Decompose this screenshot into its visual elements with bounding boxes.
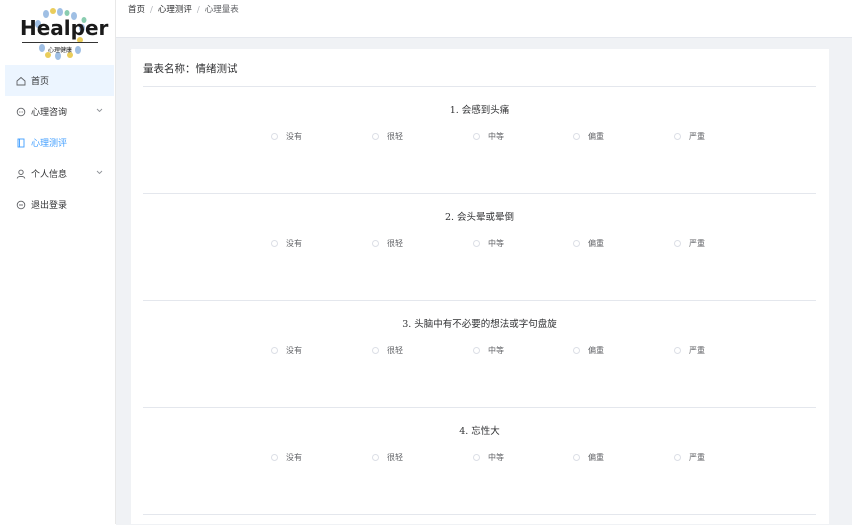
option-label: 没有 (286, 346, 302, 355)
option-label: 严重 (689, 346, 705, 355)
option-label: 偏重 (588, 132, 604, 141)
option-label: 中等 (488, 453, 504, 462)
divider (143, 86, 816, 87)
radio-circle[interactable] (271, 454, 278, 461)
breadcrumb-separator: / (150, 5, 153, 15)
user-icon (16, 169, 26, 179)
radio-option[interactable]: 很轻 (372, 345, 403, 356)
sidebar-item-label: 首页 (31, 77, 50, 87)
option-label: 中等 (488, 346, 504, 355)
radio-option[interactable]: 很轻 (372, 238, 403, 249)
book-icon (16, 138, 26, 148)
radio-circle[interactable] (271, 240, 278, 247)
sidebar-item-label: 心理测评 (31, 139, 68, 149)
radio-option[interactable]: 中等 (473, 131, 504, 142)
radio-option[interactable]: 偏重 (573, 131, 604, 142)
radio-option[interactable]: 严重 (674, 345, 705, 356)
radio-circle[interactable] (473, 454, 480, 461)
sidebar-item-logout[interactable]: 退出登录 (5, 189, 114, 220)
chevron-down-icon (96, 107, 103, 114)
radio-circle[interactable] (674, 133, 681, 140)
breadcrumb: 首页 / 心理测评 / 心理量表 (128, 3, 239, 15)
sidebar-item-label: 个人信息 (31, 170, 68, 180)
logout-icon (16, 200, 26, 210)
radio-circle[interactable] (573, 133, 580, 140)
radio-circle[interactable] (573, 454, 580, 461)
option-label: 没有 (286, 132, 302, 141)
radio-circle[interactable] (372, 240, 379, 247)
radio-option[interactable]: 中等 (473, 345, 504, 356)
logo-underline (22, 42, 98, 43)
sidebar-item-profile[interactable]: 个人信息 (5, 158, 114, 189)
option-label: 严重 (689, 239, 705, 248)
radio-circle[interactable] (573, 347, 580, 354)
radio-option[interactable]: 没有 (271, 345, 302, 356)
chevron-down-icon (96, 169, 103, 176)
option-label: 严重 (689, 132, 705, 141)
radio-circle[interactable] (473, 133, 480, 140)
scale-title: 量表名称：情绪测试 (143, 63, 238, 75)
radio-option[interactable]: 偏重 (573, 452, 604, 463)
radio-option[interactable]: 没有 (271, 238, 302, 249)
divider (143, 300, 816, 301)
option-label: 很轻 (387, 346, 403, 355)
option-label: 偏重 (588, 239, 604, 248)
sidebar-menu: 首页 心理咨询 心理测评 个人信息 退出登录 (5, 65, 114, 220)
radio-option[interactable]: 偏重 (573, 345, 604, 356)
radio-option[interactable]: 没有 (271, 452, 302, 463)
radio-circle[interactable] (674, 347, 681, 354)
question-title: 1. 会感到头痛 (449, 105, 510, 116)
sidebar-item-label: 退出登录 (31, 201, 68, 211)
home-icon (16, 76, 26, 86)
breadcrumb-separator: / (196, 5, 200, 15)
option-label: 中等 (488, 132, 504, 141)
radio-circle[interactable] (372, 454, 379, 461)
option-label: 没有 (286, 453, 302, 462)
question-title: 3. 头脑中有不必要的想法或字句盘旋 (402, 319, 557, 330)
sidebar-item-home[interactable]: 首页 (5, 65, 114, 96)
radio-option[interactable]: 中等 (473, 452, 504, 463)
radio-option[interactable]: 严重 (674, 131, 705, 142)
radio-option[interactable]: 严重 (674, 452, 705, 463)
radio-circle[interactable] (573, 240, 580, 247)
breadcrumb-current: 心理量表 (204, 5, 239, 15)
sidebar-item-consult[interactable]: 心理咨询 (5, 96, 114, 127)
divider (143, 407, 816, 408)
radio-option[interactable]: 中等 (473, 238, 504, 249)
radio-circle[interactable] (372, 133, 379, 140)
radio-option[interactable]: 偏重 (573, 238, 604, 249)
question-title: 2. 会头晕或晕倒 (444, 212, 515, 223)
option-label: 偏重 (588, 346, 604, 355)
radio-circle[interactable] (473, 240, 480, 247)
option-label: 偏重 (588, 453, 604, 462)
question-title: 4. 忘性大 (459, 426, 500, 437)
option-label: 很轻 (387, 132, 403, 141)
option-label: 很轻 (387, 453, 403, 462)
radio-option[interactable]: 很轻 (372, 131, 403, 142)
radio-option[interactable]: 没有 (271, 131, 302, 142)
radio-circle[interactable] (372, 347, 379, 354)
radio-circle[interactable] (473, 347, 480, 354)
option-label: 严重 (689, 453, 705, 462)
chat-icon (16, 107, 26, 117)
brand-tagline: 心理健康 (48, 47, 73, 54)
breadcrumb-assessment[interactable]: 心理测评 (158, 5, 192, 15)
breadcrumb-home[interactable]: 首页 (128, 5, 145, 15)
option-label: 没有 (286, 239, 302, 248)
logo: Healper 心理健康 (18, 8, 108, 60)
radio-circle[interactable] (271, 347, 278, 354)
divider (143, 193, 816, 194)
sidebar: Healper 心理健康 首页 心理咨询 心理测评 个人信息 退出登录 (0, 0, 116, 524)
divider (143, 514, 816, 515)
sidebar-item-label: 心理咨询 (31, 108, 68, 118)
radio-circle[interactable] (674, 240, 681, 247)
radio-circle[interactable] (674, 454, 681, 461)
radio-option[interactable]: 很轻 (372, 452, 403, 463)
option-label: 很轻 (387, 239, 403, 248)
radio-option[interactable]: 严重 (674, 238, 705, 249)
brand-name: Healper (20, 16, 109, 40)
sidebar-item-assessment[interactable]: 心理测评 (5, 127, 114, 158)
radio-circle[interactable] (271, 133, 278, 140)
option-label: 中等 (488, 239, 504, 248)
